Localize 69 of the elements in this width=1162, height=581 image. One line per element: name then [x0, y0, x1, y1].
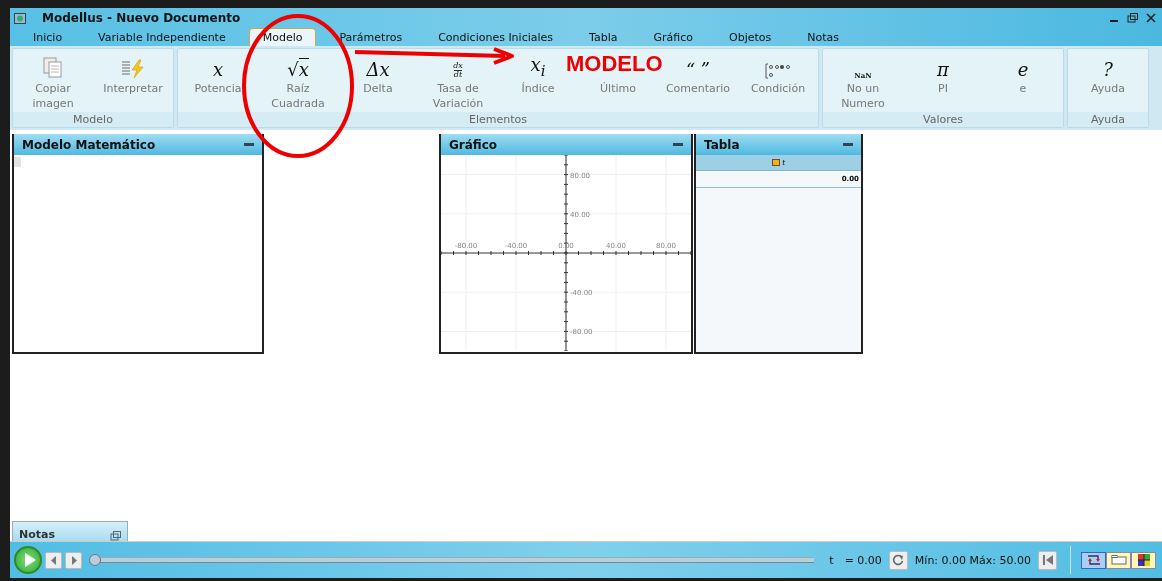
ribbon-button[interactable]: Δx Delta: [360, 51, 396, 96]
skip-start-button[interactable]: [1038, 550, 1057, 570]
ribbon-button[interactable]: dx dt Tasa de Variación: [418, 51, 498, 111]
time-value: = 0.00: [844, 553, 882, 567]
ribbon-button[interactable]: ? Ayuda: [1088, 51, 1128, 96]
ribbon-button[interactable]: Interpretar: [100, 51, 166, 96]
ribbon-tab[interactable]: Notas: [794, 29, 852, 46]
group-label: Elementos: [178, 112, 818, 127]
play-button[interactable]: [14, 546, 42, 574]
bracket-icon: [763, 63, 793, 79]
window-title: Modellus - Nuevo Documento: [42, 11, 241, 25]
symbol-icon: π: [937, 61, 949, 79]
time-slider[interactable]: [89, 554, 815, 566]
panel-title: Tabla: [704, 137, 740, 152]
documents-icon: [43, 57, 63, 79]
ribbon-tab[interactable]: Condiciones Iniciales: [425, 29, 567, 46]
symbol-icon: ?: [1103, 61, 1113, 79]
view-button[interactable]: [1106, 551, 1131, 569]
folder-icon: [1110, 555, 1127, 565]
arrows-icon: [1085, 554, 1102, 566]
caret-right-icon: [70, 555, 77, 565]
symbol-icon: e: [1017, 61, 1029, 79]
symbol-icon: x: [212, 61, 224, 79]
refresh-icon: [892, 554, 905, 566]
group-label: Valores: [823, 112, 1063, 127]
close-icon[interactable]: [1146, 13, 1156, 23]
view-button[interactable]: [1131, 551, 1156, 569]
range-label: Mín: 0.00 Máx: 50.00: [914, 553, 1031, 567]
symbol-icon: “ ”: [685, 61, 711, 79]
panel-title: Modelo Matemático: [22, 137, 156, 152]
restore-icon[interactable]: [110, 531, 121, 541]
ribbon-button[interactable]: x Potencia: [191, 51, 245, 96]
variable-label: t: [829, 553, 834, 567]
ribbon-tab[interactable]: Inicio: [20, 29, 76, 46]
skip-start-icon: [1042, 555, 1053, 565]
annotation-label: MODELO: [566, 51, 663, 77]
minimize-icon[interactable]: [843, 142, 853, 147]
ribbon-tab[interactable]: Variable Independiente: [85, 29, 239, 46]
ribbon-button[interactable]: Último: [600, 81, 636, 96]
panel-title: Gráfico: [449, 137, 498, 152]
ribbon-button[interactable]: π PI: [934, 51, 952, 96]
minimize-icon[interactable]: [673, 142, 683, 147]
caret-left-icon: [50, 555, 57, 565]
app-icon: [14, 12, 26, 24]
ribbon-button[interactable]: x$_{i}$ Índice: [518, 51, 558, 96]
ribbon-button[interactable]: e e: [1014, 51, 1032, 96]
ribbon-tab[interactable]: Parámetros: [326, 29, 416, 46]
play-icon: [22, 552, 37, 568]
slider-thumb[interactable]: [89, 554, 101, 566]
ribbon-button[interactable]: √x Raíz Cuadrada: [258, 51, 338, 111]
lightning-icon: [121, 59, 145, 79]
ribbon-button[interactable]: Copiar imagen: [13, 51, 93, 111]
subscript-icon: x$_{i}$: [530, 56, 546, 79]
step-forward-button[interactable]: [65, 551, 82, 569]
symbol-icon: Δx: [366, 61, 390, 79]
minimize-icon[interactable]: [244, 142, 254, 147]
group-label: Modelo: [13, 112, 173, 127]
ribbon-tab[interactable]: Objetos: [716, 29, 785, 46]
ribbon-button[interactable]: “ ” Comentario: [662, 51, 734, 96]
step-back-button[interactable]: [45, 551, 62, 569]
grid-icon: [1137, 554, 1150, 566]
restore-icon[interactable]: [1127, 13, 1138, 23]
ribbon-button[interactable]: Condición: [747, 51, 809, 96]
reset-button[interactable]: [888, 550, 908, 570]
group-label: Ayuda: [1068, 112, 1148, 127]
ribbon-tab[interactable]: Gráfico: [640, 29, 706, 46]
notes-tab[interactable]: Notas: [12, 521, 128, 541]
ribbon-tab[interactable]: Tabla: [576, 29, 631, 46]
ribbon-tab[interactable]: Modelo: [248, 28, 317, 46]
